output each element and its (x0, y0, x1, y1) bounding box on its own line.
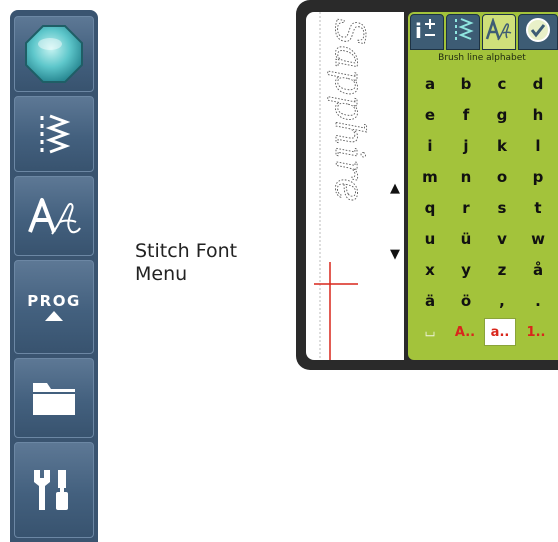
stitch-font-menu-button[interactable] (14, 176, 94, 256)
preview-text: Sapphire (326, 18, 372, 202)
letter-key[interactable]: o (484, 161, 520, 192)
letter-key[interactable]: a (412, 68, 448, 99)
letter-key[interactable]: r (448, 192, 484, 223)
letter-key[interactable]: q (412, 192, 448, 223)
caption-line-1: Stitch Font (135, 240, 238, 262)
file-manager-button[interactable] (14, 358, 94, 438)
letter-key[interactable]: e (412, 99, 448, 130)
letter-key[interactable]: m (412, 161, 448, 192)
octagon-gem-icon (24, 24, 84, 84)
letter-key[interactable]: u (412, 223, 448, 254)
letter-key[interactable]: f (448, 99, 484, 130)
letter-key[interactable]: x (412, 254, 448, 285)
letter-key[interactable]: d (520, 68, 556, 99)
letter-key[interactable]: ö (448, 285, 484, 316)
letter-key[interactable]: c (484, 68, 520, 99)
letter-key[interactable]: k (484, 130, 520, 161)
font-tab[interactable] (482, 14, 516, 50)
letter-key[interactable]: ü (448, 223, 484, 254)
scroll-up-arrow-icon[interactable]: ▲ (390, 182, 400, 195)
letter-key[interactable]: l (520, 130, 556, 161)
zigzag-stitch-icon (34, 112, 74, 156)
panel-tabs: i (410, 14, 558, 52)
letter-key[interactable]: p (520, 161, 556, 192)
letter-key[interactable]: s (484, 192, 520, 223)
prog-button[interactable]: PROG (14, 260, 94, 354)
uppercase-key[interactable]: A.. (449, 318, 481, 346)
letter-key[interactable]: w (520, 223, 556, 254)
stitch-menu-button[interactable] (14, 96, 94, 172)
settings-button[interactable] (14, 442, 94, 538)
tools-icon (30, 466, 78, 514)
zigzag-stitch-icon (452, 17, 474, 47)
lowercase-key[interactable]: a.. (484, 318, 516, 346)
stitch-tab[interactable] (446, 14, 480, 50)
space-key[interactable]: ⌴ (414, 318, 446, 346)
letter-key[interactable]: , (484, 285, 520, 316)
svg-text:i: i (415, 19, 422, 42)
confirm-tab[interactable] (518, 14, 558, 50)
letter-key[interactable]: b (448, 68, 484, 99)
letter-key[interactable]: z (484, 254, 520, 285)
letter-key[interactable]: v (484, 223, 520, 254)
letter-key[interactable]: g (484, 99, 520, 130)
stitch-font-menu-caption: Stitch Font Menu (135, 240, 237, 286)
letter-grid: a b c d e f g h i j k l m n o p q r s t … (412, 68, 558, 316)
folder-icon (31, 379, 77, 417)
letter-key[interactable]: å (520, 254, 556, 285)
letter-key[interactable]: t (520, 192, 556, 223)
letter-key[interactable]: y (448, 254, 484, 285)
font-selection-panel: i Brush line alphabet a b c d e f g h i … (408, 12, 558, 360)
checkmark-icon (525, 17, 551, 47)
stitch-font-icon (26, 194, 82, 238)
letter-key[interactable]: ä (412, 285, 448, 316)
numbers-key[interactable]: 1.. (520, 318, 552, 346)
main-toolbar: PROG (10, 10, 98, 542)
machine-screen: Sapphire ▲ ▼ i Brush line alphabet a b c… (296, 0, 558, 370)
up-triangle-icon (44, 310, 64, 322)
prog-label: PROG (27, 292, 81, 310)
scroll-down-arrow-icon[interactable]: ▼ (390, 248, 400, 261)
letter-key[interactable]: j (448, 130, 484, 161)
caption-line-2: Menu (135, 263, 188, 285)
letter-key[interactable]: . (520, 285, 556, 316)
letter-key[interactable]: h (520, 99, 556, 130)
home-button[interactable] (14, 16, 94, 92)
alphabet-title: Brush line alphabet (438, 53, 526, 63)
letter-key[interactable]: i (412, 130, 448, 161)
info-tab[interactable]: i (410, 14, 444, 50)
stitch-font-icon (485, 17, 513, 46)
font-case-row: ⌴ A.. a.. 1.. (412, 318, 558, 348)
letter-key[interactable]: n (448, 161, 484, 192)
info-plus-minus-icon: i (413, 18, 441, 46)
stitch-preview[interactable]: Sapphire ▲ ▼ (306, 12, 404, 360)
